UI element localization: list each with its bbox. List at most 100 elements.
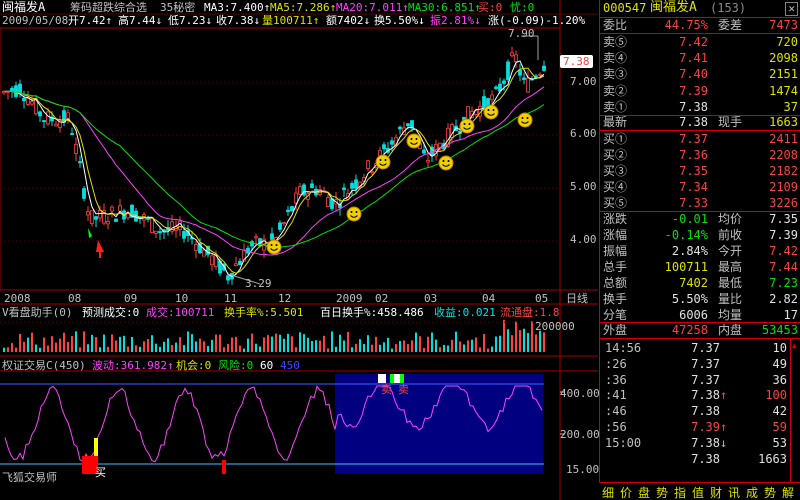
bid-row[interactable]: 买② 7.36 2208	[600, 147, 800, 163]
info-date: 2009/05/08	[2, 14, 69, 27]
stat-value: 7.44	[769, 260, 798, 274]
stat-row[interactable]: 振幅 2.84% 今开 7.42	[600, 243, 800, 259]
ask-row[interactable]: 卖④ 7.41 2098	[600, 50, 800, 66]
stat-row[interactable]: 涨跌 -0.01 均价 7.35	[600, 211, 800, 227]
bid-row[interactable]: 买⑤ 7.33 3226	[600, 195, 800, 211]
candle-body	[282, 222, 286, 224]
panel-tab[interactable]: 指	[674, 484, 686, 500]
ask-row[interactable]: 卖⑤ 7.42 720	[600, 34, 800, 50]
smiley-face	[266, 239, 282, 255]
stat-row[interactable]: 换手 5.50% 量比 2.82	[600, 291, 800, 307]
candle-body	[290, 206, 294, 212]
close-icon[interactable]: ✕	[785, 2, 798, 16]
candle-body	[270, 233, 274, 240]
candle-body	[518, 69, 522, 76]
bid-row[interactable]: 买① 7.37 2411	[600, 131, 800, 147]
smiley-marker-icon	[517, 112, 533, 128]
candle-body	[106, 221, 110, 225]
volume-bar	[3, 347, 5, 352]
period-high-label: 7.90	[508, 27, 535, 40]
info-amount: 额7402↓	[326, 14, 371, 27]
bid-row[interactable]: 买④ 7.34 2109	[600, 179, 800, 195]
volume-bar	[139, 346, 141, 352]
smiley-eye	[442, 160, 445, 162]
volume-bar	[431, 332, 433, 352]
indicator-title[interactable]: 筹码超跌综合选	[70, 1, 147, 14]
volume-value: 成交:100711	[146, 306, 215, 319]
last-row: 最新 7.38 现手 1663	[600, 114, 800, 130]
bid-row[interactable]: 买③ 7.35 2182	[600, 163, 800, 179]
smiley-marker-icon	[346, 206, 362, 222]
volume-bar	[75, 331, 77, 352]
panel-tab[interactable]: 讯	[728, 484, 740, 500]
volume-bar	[471, 339, 473, 352]
volume-bar	[23, 341, 25, 352]
volume-bar	[283, 338, 285, 352]
ask-volume: 37	[783, 99, 798, 114]
stat-row[interactable]: 涨幅 -0.14% 前收 7.39	[600, 227, 800, 243]
volume-bar	[387, 337, 389, 352]
ask-row[interactable]: 卖③ 7.40 2151	[600, 66, 800, 82]
osc-panel-title[interactable]: 权证交易C(450)	[2, 359, 86, 372]
stat-value: 7402	[679, 276, 708, 290]
panel-tab[interactable]: 势	[764, 484, 776, 500]
chart-canvas[interactable]	[0, 0, 598, 500]
ask-row[interactable]: 卖① 7.38 37	[600, 99, 800, 115]
volume-bar	[243, 348, 245, 352]
tick-time: :56	[605, 420, 627, 434]
smiley-face	[517, 112, 533, 128]
stat-row[interactable]: 分笔 6006 均量 17	[600, 307, 800, 323]
tick-row: :46 7.38 42	[600, 404, 800, 420]
smiley-eye	[492, 109, 495, 111]
panel-header: 000547 闽福发A (153) ✕	[600, 0, 800, 16]
panel-tab[interactable]: 值	[692, 484, 704, 500]
stat-row[interactable]: 总额 7402 最低 7.23	[600, 275, 800, 291]
candle-body	[150, 217, 154, 233]
candle-body	[210, 255, 214, 266]
smiley-eye	[350, 211, 353, 213]
panel-tab[interactable]: 解	[782, 484, 794, 500]
smiley-marker-icon	[406, 133, 422, 149]
candle-body	[154, 230, 158, 234]
float-cap-value: 流通盘:1.8	[500, 306, 560, 319]
panel-tab[interactable]: 财	[710, 484, 722, 500]
volume-bar	[539, 330, 541, 352]
volume-bar	[463, 344, 465, 352]
ma30-line	[3, 90, 545, 248]
ask-volume: 2151	[769, 67, 798, 82]
volume-bar	[271, 336, 273, 352]
panel-tab[interactable]: 盘	[638, 484, 650, 500]
candle-body	[202, 249, 206, 257]
smiley-eye	[521, 117, 524, 119]
x-axis-tick: 2008	[4, 292, 31, 305]
panel-tab[interactable]: 势	[656, 484, 668, 500]
panel-tab[interactable]: 价	[620, 484, 632, 500]
candle-body	[538, 73, 542, 76]
volume-bar	[451, 339, 453, 352]
x-axis-tick: 02	[375, 292, 389, 305]
candle-body	[398, 126, 402, 130]
volume-bar	[43, 337, 45, 352]
period-label[interactable]: 日线	[566, 292, 588, 305]
stat-value: -0.01	[671, 212, 708, 226]
volume-bar	[415, 332, 417, 352]
volume-bar	[383, 342, 385, 352]
candle-body	[490, 94, 494, 101]
panel-tab[interactable]: 细	[602, 484, 614, 500]
ask-row[interactable]: 卖② 7.39 1474	[600, 83, 800, 99]
x-axis-tick: 12	[278, 292, 292, 305]
volume-axis-label: 200000	[535, 320, 575, 333]
volume-bar	[143, 341, 145, 352]
volume-bar	[475, 337, 477, 352]
volume-bar	[543, 332, 545, 352]
profit-value: 收益:0.021	[434, 306, 496, 319]
volume-panel-title[interactable]: V看盘助手(0)	[2, 306, 73, 319]
stat-row[interactable]: 总手 100711 最高 7.44	[600, 259, 800, 275]
smiley-eye	[384, 159, 387, 161]
ask-price: 7.42	[679, 35, 708, 49]
panel-tab[interactable]: 成	[746, 484, 758, 500]
wave-value: 波动:361.982↑	[92, 359, 174, 372]
volume-bar	[307, 337, 309, 352]
info-close: 收7.38↓	[216, 14, 261, 27]
kline-chart-area[interactable]: 闽福发A 筹码超跌综合选 35秘密 MA3:7.400↑ MA5:7.286↑ …	[0, 0, 600, 500]
